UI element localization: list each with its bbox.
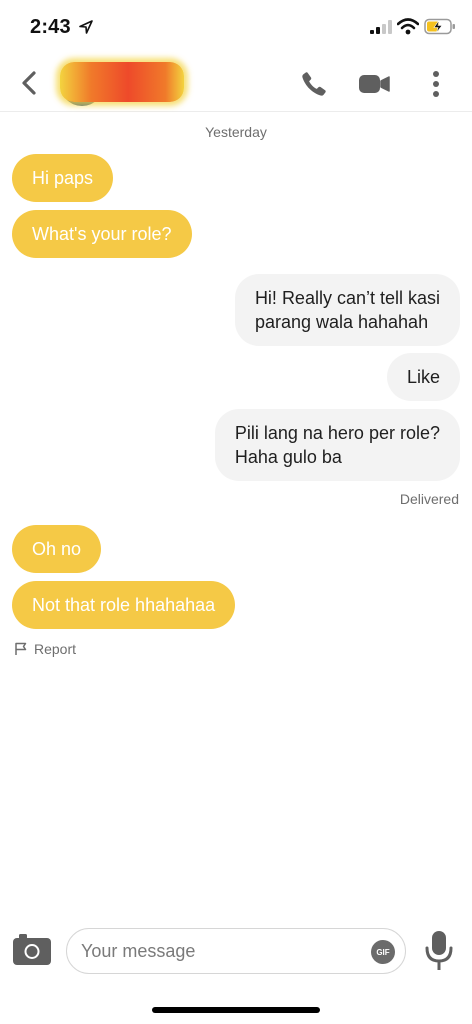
battery-charging-icon: [424, 18, 455, 35]
cellular-signal-icon: [370, 20, 392, 34]
wifi-icon: [397, 18, 419, 35]
message-input-box: GIF: [66, 928, 406, 974]
call-button[interactable]: [298, 68, 330, 100]
redacted-contact-name: [60, 62, 184, 102]
back-button[interactable]: [14, 66, 44, 100]
location-arrow-icon: [79, 20, 93, 34]
incoming-message[interactable]: Oh no: [12, 525, 102, 573]
camera-button[interactable]: [12, 932, 52, 968]
report-label: Report: [34, 641, 77, 657]
phone-icon: [302, 72, 326, 96]
incoming-message[interactable]: Hi paps: [12, 154, 114, 202]
more-vertical-icon: [433, 71, 439, 97]
status-bar: 2:43: [0, 0, 472, 56]
incoming-message[interactable]: Not that role hhahahaa: [12, 581, 236, 629]
delivered-status: Delivered: [399, 491, 459, 507]
message-composer: GIF: [0, 924, 472, 980]
microphone-icon: [425, 931, 453, 970]
outgoing-message[interactable]: Pili lang na hero per role? Haha gulo ba: [214, 409, 460, 481]
status-time: 2:43: [30, 16, 71, 38]
outgoing-message[interactable]: Like: [386, 353, 460, 401]
video-call-button[interactable]: [358, 68, 390, 100]
incoming-message[interactable]: What's your role?: [12, 210, 192, 258]
camera-icon: [13, 934, 51, 965]
home-indicator[interactable]: [152, 1007, 320, 1013]
flag-icon: [15, 642, 27, 655]
video-camera-icon: [359, 75, 390, 93]
report-link[interactable]: Report: [14, 641, 76, 657]
message-line: Pili lang na hero per role?: [234, 423, 440, 443]
voice-message-button[interactable]: [424, 930, 454, 972]
date-separator: Yesterday: [205, 124, 267, 140]
message-line: parang wala hahahah: [254, 312, 429, 332]
more-options-button[interactable]: [420, 68, 452, 100]
back-arrow-icon: [22, 71, 36, 95]
chat-header: [0, 56, 472, 112]
outgoing-message[interactable]: Hi! Really can’t tell kasi parang wala h…: [234, 274, 460, 346]
gif-button[interactable]: GIF: [371, 940, 395, 964]
message-input[interactable]: [81, 929, 361, 973]
message-line: Haha gulo ba: [234, 447, 342, 467]
message-line: Hi! Really can’t tell kasi: [254, 288, 440, 308]
